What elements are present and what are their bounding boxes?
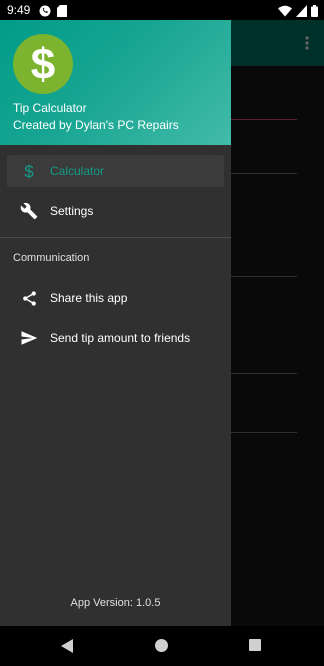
nav-item-calculator[interactable]: $ Calculator <box>7 155 224 187</box>
navigation-drawer: $ Tip Calculator Created by Dylan's PC R… <box>0 20 231 626</box>
app-name: Tip Calculator <box>13 101 87 115</box>
status-time: 9:49 <box>7 3 31 17</box>
app-version: App Version: 1.0.5 <box>70 597 161 609</box>
nav-item-label: Settings <box>50 204 94 218</box>
share-icon <box>19 288 39 308</box>
app-logo: $ <box>13 34 73 94</box>
system-nav-bar <box>0 626 324 666</box>
system-status-icons <box>278 4 318 22</box>
status-bar: 9:49 <box>0 0 324 20</box>
send-icon <box>19 328 39 348</box>
nav-item-share[interactable]: Share this app <box>7 282 224 314</box>
whatsapp-icon <box>39 4 51 22</box>
app-subtitle: Created by Dylan's PC Repairs <box>13 118 179 132</box>
battery-icon <box>311 4 318 22</box>
signal-icon <box>296 4 307 22</box>
divider <box>0 237 231 238</box>
nav-item-settings[interactable]: Settings <box>7 195 224 227</box>
dollar-icon: $ <box>31 40 55 89</box>
svg-text:$: $ <box>31 40 55 89</box>
wifi-icon <box>278 4 292 22</box>
sd-card-icon <box>57 4 67 22</box>
dollar-icon: $ <box>19 161 39 181</box>
home-icon[interactable] <box>155 639 168 652</box>
wrench-icon <box>19 201 39 221</box>
drawer-scrim[interactable] <box>231 20 324 626</box>
back-icon[interactable] <box>61 639 73 658</box>
nav-item-label: Calculator <box>50 164 105 178</box>
notification-icons <box>39 4 67 22</box>
nav-item-send-tip[interactable]: Send tip amount to friends <box>7 322 224 354</box>
section-title: Communication <box>13 252 90 264</box>
nav-item-label: Share this app <box>50 291 128 305</box>
drawer-header: $ Tip Calculator Created by Dylan's PC R… <box>0 20 231 145</box>
recents-icon[interactable] <box>249 639 261 651</box>
nav-item-label: Send tip amount to friends <box>50 331 191 345</box>
svg-text:$: $ <box>24 162 34 181</box>
